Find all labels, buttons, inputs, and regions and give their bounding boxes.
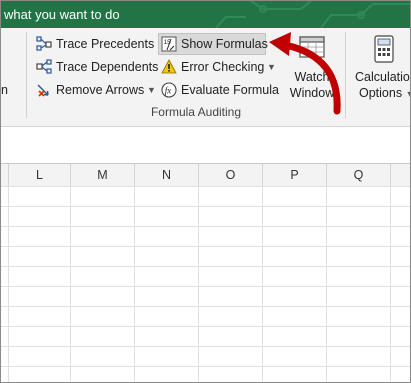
grid-column-line (262, 186, 263, 382)
grid-column-line (70, 186, 71, 382)
grid-column-line (326, 186, 327, 382)
tell-me-search-text[interactable]: what you want to do (4, 7, 120, 22)
column-header-m[interactable]: M (71, 164, 135, 186)
evaluate-formula-button[interactable]: fx Evaluate Formula (161, 80, 279, 100)
excel-window: what you want to do n Trace Precedents T… (0, 0, 411, 383)
trace-dependents-icon (36, 59, 52, 74)
grid-column-line (390, 186, 391, 382)
column-header-partial[interactable] (391, 164, 410, 186)
trace-precedents-icon (36, 36, 52, 51)
evaluate-formula-icon: fx (161, 82, 177, 98)
tell-me-bar: what you want to do (1, 1, 410, 28)
calculation-options-button[interactable]: Calculation Options ▼ (353, 34, 410, 102)
watch-window-button[interactable]: Watch Window (285, 34, 339, 102)
ribbon-cut-label: n (1, 83, 8, 97)
remove-arrows-button[interactable]: Remove Arrows (36, 80, 144, 100)
show-formulas-icon: 15 (161, 36, 177, 52)
column-header-o[interactable]: O (199, 164, 263, 186)
remove-arrows-icon (37, 84, 49, 97)
column-header-q[interactable]: Q (327, 164, 391, 186)
column-header-n[interactable]: N (135, 164, 199, 186)
column-header-row: L M N O P Q (1, 163, 410, 187)
ribbon-formulas-tab: n Trace Precedents Trace Dependents Remo… (1, 28, 410, 127)
ribbon-separator (26, 32, 27, 118)
svg-text:fx: fx (165, 86, 172, 96)
column-header-p[interactable]: P (263, 164, 327, 186)
column-header-partial[interactable] (1, 164, 9, 186)
error-checking-dropdown-icon[interactable]: ▼ (267, 62, 276, 72)
error-checking-button[interactable]: Error Checking (161, 57, 264, 77)
column-header-l[interactable]: L (9, 164, 71, 186)
trace-precedents-button[interactable]: Trace Precedents (36, 34, 154, 54)
ribbon-separator (345, 32, 346, 118)
calculator-icon (374, 35, 394, 63)
watch-window-icon (299, 36, 325, 58)
error-checking-icon (161, 59, 177, 74)
show-formulas-button[interactable]: 15 Show Formulas (158, 33, 268, 55)
trace-dependents-button[interactable]: Trace Dependents (36, 57, 158, 77)
worksheet-grid[interactable] (1, 186, 410, 382)
formula-bar-area (1, 127, 410, 163)
remove-arrows-dropdown-icon[interactable]: ▼ (147, 85, 156, 95)
grid-column-line (198, 186, 199, 382)
grid-column-line (134, 186, 135, 382)
calculation-options-dropdown-icon: ▼ (406, 89, 410, 99)
grid-column-line (8, 186, 9, 382)
formula-auditing-group-label: Formula Auditing (150, 105, 242, 119)
